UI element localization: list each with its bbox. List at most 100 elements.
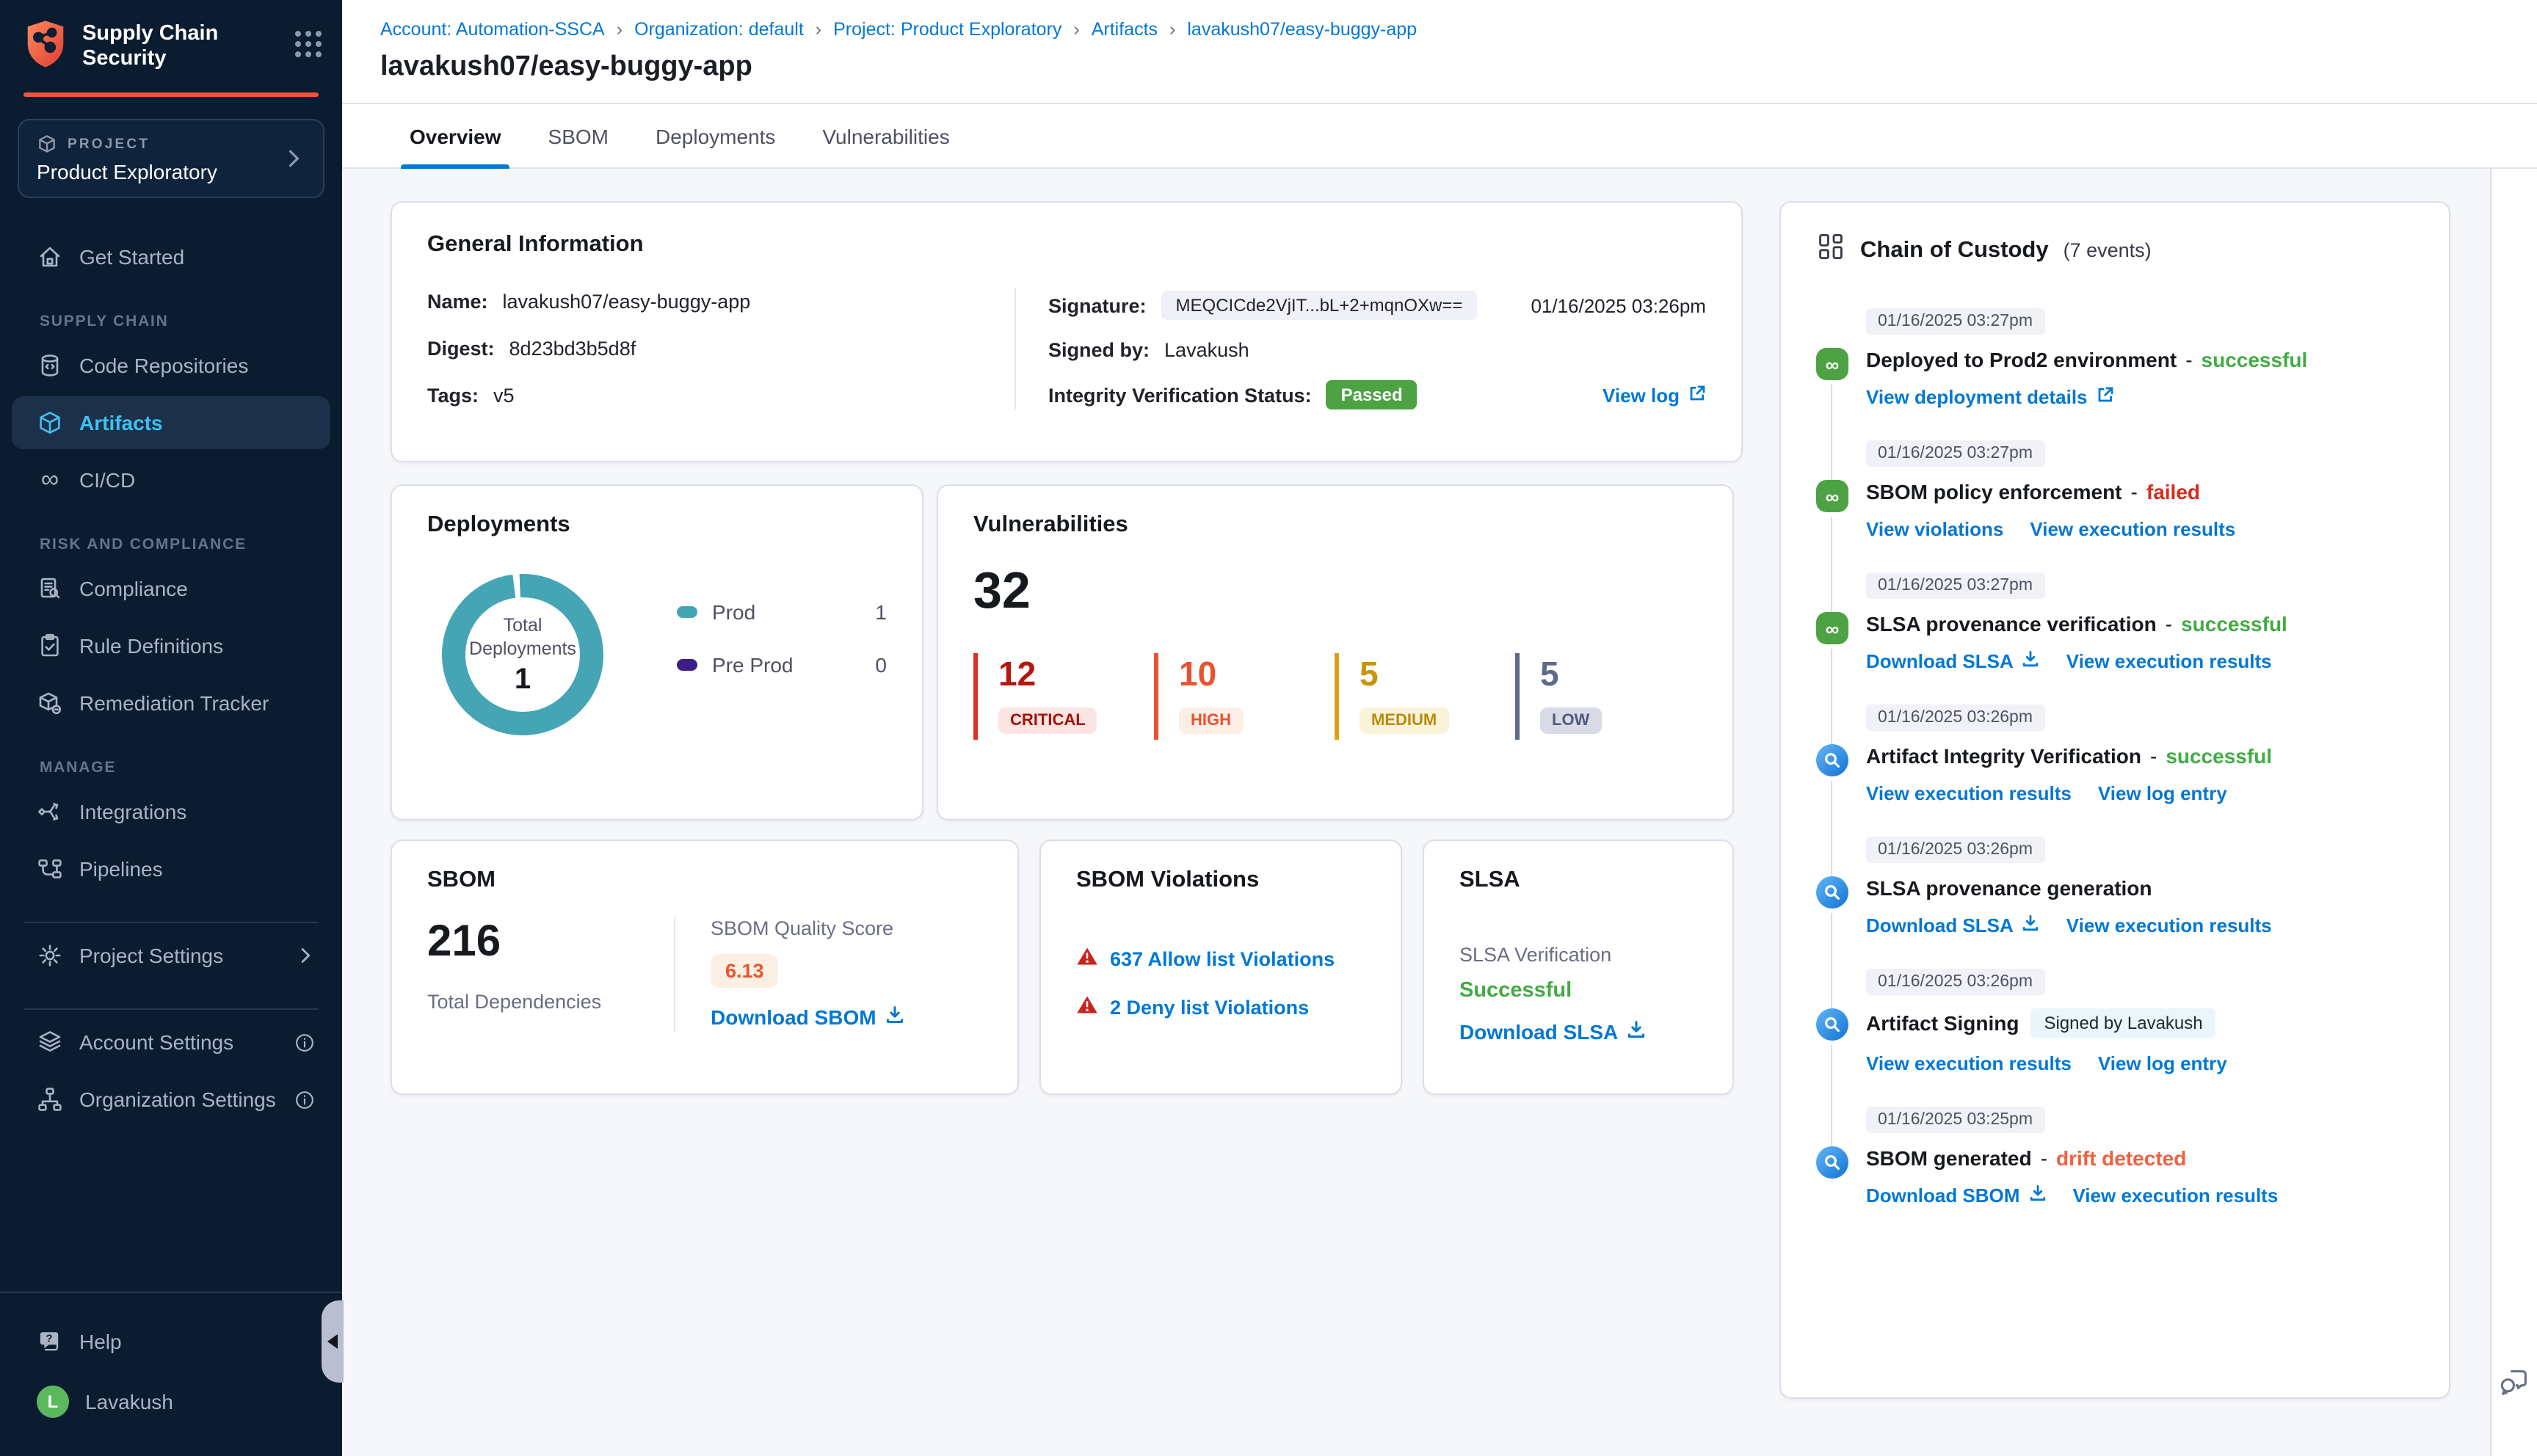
slsa-verification-status: Successful <box>1459 979 1572 1002</box>
infinity-icon: ∞ <box>40 465 59 493</box>
gear-icon <box>37 942 63 969</box>
sidebar-item-code-repositories[interactable]: Code Repositories <box>12 339 330 392</box>
divider <box>23 922 319 923</box>
download-sbom-link[interactable]: Download SBOM <box>711 1005 904 1029</box>
sidebar-item-account-settings[interactable]: Account Settings <box>12 1016 330 1069</box>
severity-count: 12 <box>998 655 1037 693</box>
tags-value: v5 <box>493 385 515 407</box>
view-execution-results-link[interactable]: View execution results <box>2066 650 2272 672</box>
section-label-manage: MANAGE <box>40 759 117 776</box>
tab-deployments[interactable]: Deployments <box>656 104 775 167</box>
integrity-status-badge: Passed <box>1326 380 1418 410</box>
link-label: View execution results <box>2066 914 2272 936</box>
tab-overview[interactable]: Overview <box>400 104 511 169</box>
sidebar-item-organization-settings[interactable]: Organization Settings <box>12 1073 330 1126</box>
sidebar-item-label: Compliance <box>79 577 188 600</box>
link-label: Download SLSA <box>1866 650 2014 672</box>
collapse-arrow-icon <box>327 1334 338 1349</box>
card-title: SBOM <box>427 867 496 892</box>
sidebar-collapse-handle[interactable] <box>322 1300 344 1383</box>
legend-label: Prod <box>712 600 756 624</box>
severity-badge: MEDIUM <box>1360 707 1449 734</box>
app-grid-icon[interactable] <box>295 31 322 57</box>
chevron-right-icon <box>282 147 305 170</box>
view-execution-results-link[interactable]: View execution results <box>1866 782 2072 804</box>
link-label: View violations <box>1866 518 2004 540</box>
divider <box>674 917 675 1032</box>
view-execution-results-link[interactable]: View execution results <box>2030 518 2235 540</box>
sidebar-item-get-started[interactable]: Get Started <box>12 230 330 283</box>
view-execution-results-link[interactable]: View execution results <box>2066 914 2272 936</box>
sidebar-item-label: Remediation Tracker <box>79 691 269 715</box>
quality-score-value: 6.13 <box>711 954 779 988</box>
view-log-entry-link[interactable]: View log entry <box>2098 1052 2227 1074</box>
deny-list-violations-link[interactable]: 2 Deny list Violations <box>1076 995 1365 1019</box>
signed-by-value: Lavakush <box>1164 339 1249 361</box>
download-icon <box>2022 914 2040 936</box>
sbom-violations-card: SBOM Violations 637 Allow list Violation… <box>1039 840 1402 1095</box>
sidebar-nav: Get Started SUPPLY CHAIN Code Repositori… <box>0 213 342 1130</box>
download-sbom-label: Download SBOM <box>711 1005 876 1029</box>
project-selector[interactable]: PROJECT Product Exploratory <box>18 119 324 198</box>
vulnerabilities-card: Vulnerabilities 32 12 CRITICAL 10 HIGH 5… <box>937 484 1734 820</box>
brand-title: Supply Chain Security <box>82 22 219 70</box>
feedback-chat-icon[interactable] <box>2497 1365 2531 1406</box>
signed-by-label: Signed by: <box>1048 339 1150 361</box>
breadcrumb: Account: Automation-SSCA › Organization:… <box>380 19 2537 40</box>
deny-list-violations-label: 2 Deny list Violations <box>1110 996 1310 1018</box>
breadcrumb-current[interactable]: lavakush07/easy-buggy-app <box>1187 19 1417 40</box>
download-slsa-link[interactable]: Download SLSA <box>1866 914 2040 936</box>
legend-item-prod: Prod 1 <box>677 600 887 624</box>
legend-value: 0 <box>875 653 887 677</box>
view-deployment-details-link[interactable]: View deployment details <box>1866 386 2114 408</box>
view-execution-results-link[interactable]: View execution results <box>2072 1184 2278 1206</box>
chain-event: 01/16/2025 03:26pm Artifact Integrity Ve… <box>1816 703 2414 876</box>
tab-vulnerabilities[interactable]: Vulnerabilities <box>822 104 949 167</box>
link-label: View execution results <box>2072 1184 2279 1206</box>
sidebar-user[interactable]: L Lavakush <box>12 1372 330 1431</box>
svg-text:?: ? <box>46 1333 52 1345</box>
view-violations-link[interactable]: View violations <box>1866 518 2003 540</box>
preprod-swatch-icon <box>677 659 697 671</box>
event-timestamp: 01/16/2025 03:27pm <box>1866 572 2045 599</box>
download-slsa-link[interactable]: Download SLSA <box>1459 1020 1646 1044</box>
download-icon <box>1627 1020 1646 1044</box>
sidebar-item-remediation-tracker[interactable]: Remediation Tracker <box>12 677 330 729</box>
sidebar-item-pipelines[interactable]: Pipelines <box>12 842 330 895</box>
card-title: General Information <box>427 232 644 257</box>
download-sbom-link[interactable]: Download SBOM <box>1866 1184 2046 1206</box>
view-log-entry-link[interactable]: View log entry <box>2098 782 2227 804</box>
project-cube-icon <box>37 134 57 154</box>
breadcrumb-organization[interactable]: Organization: default <box>634 19 804 40</box>
right-rail <box>2490 169 2537 1456</box>
sidebar-item-help[interactable]: ? Help <box>12 1315 330 1368</box>
chain-event: 01/16/2025 03:27pm ∞ SLSA provenance ver… <box>1816 571 2414 744</box>
allow-list-violations-label: 637 Allow list Violations <box>1110 947 1335 969</box>
view-log-link[interactable]: View log <box>1603 384 1706 406</box>
sidebar-item-cicd[interactable]: ∞ CI/CD <box>12 454 330 506</box>
clipboard-check-icon <box>37 633 63 659</box>
breadcrumb-account[interactable]: Account: Automation-SSCA <box>380 19 605 40</box>
view-execution-results-link[interactable]: View execution results <box>1866 1052 2072 1074</box>
sidebar-item-artifacts[interactable]: Artifacts <box>12 396 330 449</box>
download-icon <box>2022 650 2040 672</box>
sidebar-item-project-settings[interactable]: Project Settings <box>12 929 330 982</box>
slsa-card: SLSA SLSA Verification Successful Downlo… <box>1423 840 1734 1095</box>
breadcrumb-project[interactable]: Project: Product Exploratory <box>833 19 1061 40</box>
user-name: Lavakush <box>85 1390 173 1413</box>
breadcrumb-separator: › <box>616 19 623 40</box>
event-title: SLSA provenance generation <box>1866 876 2152 900</box>
allow-list-violations-link[interactable]: 637 Allow list Violations <box>1076 947 1365 970</box>
sidebar-item-integrations[interactable]: Integrations <box>12 785 330 838</box>
breadcrumb-artifacts[interactable]: Artifacts <box>1092 19 1158 40</box>
sidebar-item-rule-definitions[interactable]: Rule Definitions <box>12 619 330 672</box>
signature-label: Signature: <box>1048 294 1147 316</box>
sidebar-item-label: Integrations <box>79 800 187 823</box>
digest-value: 8d23bd3b5d8f <box>509 338 636 360</box>
sidebar-item-label: Artifacts <box>79 411 163 434</box>
project-label: PROJECT <box>68 136 150 152</box>
sidebar-item-compliance[interactable]: Compliance <box>12 562 330 615</box>
severity-high: 10 HIGH <box>1154 653 1335 740</box>
tab-sbom[interactable]: SBOM <box>548 104 609 167</box>
download-slsa-link[interactable]: Download SLSA <box>1866 650 2040 672</box>
